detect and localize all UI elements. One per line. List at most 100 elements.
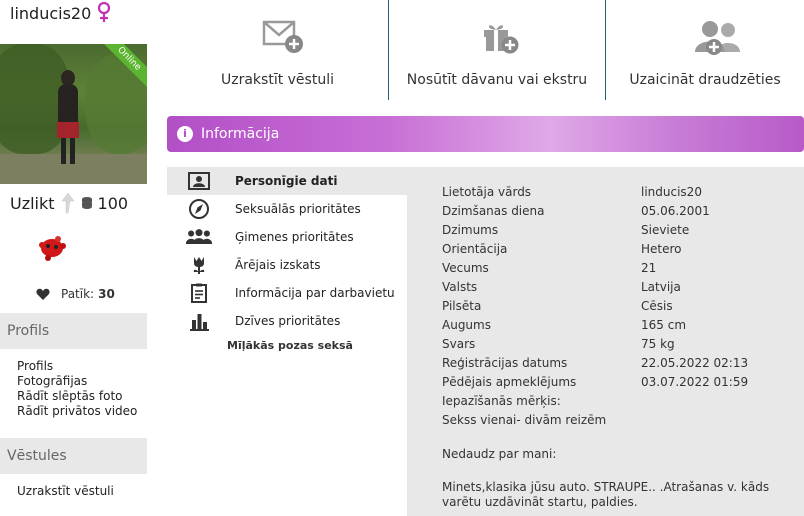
detail-key: Dzimšanas diena: [442, 204, 545, 218]
uzlikt-label[interactable]: Uzlikt: [10, 194, 55, 213]
detail-key: Iepazīšanās mērķis:: [442, 394, 561, 408]
detail-key: Orientācija: [442, 242, 508, 256]
detail-row: Orientācija Hetero: [442, 240, 802, 259]
add-friend-button[interactable]: Uzaicināt draudzēties: [606, 0, 804, 100]
detail-key: Svars: [442, 337, 476, 351]
detail-value: 21: [641, 261, 657, 275]
detail-key: Vecums: [442, 261, 489, 275]
detail-value: 22.05.2022 02:13: [641, 356, 749, 370]
tulip-icon: [193, 257, 205, 274]
add-friend-label: Uzaicināt draudzēties: [629, 72, 781, 88]
detail-value: 165 cm: [641, 318, 687, 332]
detail-key: Reģistrācijas datums: [442, 356, 568, 370]
detail-row: Svars 75 kg: [442, 335, 802, 354]
tab-workplace-info[interactable]: Informācija par darbavietu: [167, 279, 407, 307]
coins-count: 100: [97, 193, 129, 213]
detail-row: Pēdējais apmeklējums 03.07.2022 01:59: [442, 373, 802, 392]
add-friend-icon: [695, 21, 740, 55]
detail-key: Sekss vienai- divām reizēm: [442, 413, 607, 427]
left-column: linducis20 Online Uzlikt 100 Patīk: 30 P…: [0, 0, 147, 516]
send-gift-label: Nosūtīt dāvanu vai ekstru: [406, 72, 588, 88]
detail-value: Sieviete: [641, 223, 690, 237]
profile-page: linducis20 Online Uzlikt 100 Patīk: 30 P…: [0, 0, 804, 516]
detail-row: Vecums 21: [442, 259, 802, 278]
sidebar-item-photos[interactable]: Fotogrāfijas: [17, 374, 137, 389]
detail-row: Iepazīšanās mērķis:: [442, 392, 802, 411]
about-text: Minets,klasika jūsu auto. STRAUPE.. .Atr…: [442, 480, 770, 509]
family-icon: [185, 229, 213, 244]
username[interactable]: linducis20: [10, 4, 91, 23]
detail-key: Valsts: [442, 280, 478, 294]
detail-row: Reģistrācijas datums 22.05.2022 02:13: [442, 354, 802, 373]
detail-value: Latvija: [641, 280, 681, 294]
detail-row: Dzimums Sieviete: [442, 221, 802, 240]
username-row: linducis20: [10, 2, 111, 24]
tab-appearance[interactable]: Ārējais izskats: [167, 251, 407, 279]
bar-chart-icon: [190, 314, 209, 331]
detail-row: Pilsēta Cēsis: [442, 297, 802, 316]
detail-value: 05.06.2001: [641, 204, 710, 218]
likes-label: Patīk:: [61, 287, 95, 301]
sidebar-item-private-videos[interactable]: Rādīt privātos video: [17, 404, 137, 419]
detail-row: Lietotāja vārds linducis20: [442, 183, 802, 202]
info-bar-title: Informācija: [201, 126, 280, 142]
action-bar: Uzrakstīt vēstuli Nosūtīt dāvanu vai eks…: [167, 0, 804, 100]
heart-icon[interactable]: [36, 288, 50, 301]
detail-key: Dzimums: [442, 223, 499, 237]
send-gift-button[interactable]: Nosūtīt dāvanu vai ekstru: [389, 0, 605, 100]
photo-person-legs: [61, 138, 75, 164]
arrow-up-icon[interactable]: [61, 191, 75, 215]
female-icon: [98, 2, 111, 22]
gift-sticker-icon[interactable]: [36, 233, 68, 263]
coins-icon: [81, 197, 92, 209]
tab-label: Ārējais izskats: [235, 258, 321, 272]
detail-value: Hetero: [641, 242, 682, 256]
details-panel: Lietotāja vārds linducis20 Dzimšanas dien…: [407, 167, 804, 516]
detail-key: Pēdējais apmeklējums: [442, 375, 577, 389]
detail-row: Sekss vienai- divām reizēm: [442, 411, 802, 430]
gift-plus-icon: [484, 25, 519, 54]
info-icon: i: [177, 126, 193, 142]
tab-label: Seksuālās prioritātes: [235, 202, 361, 216]
detail-key: Pilsēta: [442, 299, 482, 313]
tab-label: Ģimenes prioritātes: [235, 230, 354, 244]
info-bar: i Informācija: [167, 116, 804, 152]
detail-key: Lietotāja vārds: [442, 185, 532, 199]
rating-row: Uzlikt 100: [10, 190, 128, 216]
tab-sexual-preferences[interactable]: Seksuālās prioritātes: [167, 195, 407, 223]
detail-row: Dzimšanas diena 05.06.2001: [442, 202, 802, 221]
sidebar-item-write-message[interactable]: Uzrakstīt vēstuli: [17, 484, 114, 499]
detail-value: 75 kg: [641, 337, 675, 351]
tab-label: Personīgie dati: [235, 174, 338, 188]
write-message-button[interactable]: Uzrakstīt vēstuli: [167, 0, 388, 100]
sidebar-message-links: Uzrakstīt vēstuli: [17, 484, 114, 499]
envelope-plus-icon: [262, 20, 303, 53]
tab-life-priorities[interactable]: Dzīves prioritātes: [167, 307, 407, 335]
tab-label: Informācija par darbavietu: [235, 286, 395, 300]
details-list: Lietotāja vārds linducis20 Dzimšanas dien…: [442, 183, 802, 430]
likes-row: Patīk: 30: [36, 285, 115, 303]
sidebar-item-profile[interactable]: Profils: [17, 359, 137, 374]
tab-family-preferences[interactable]: Ģimenes prioritātes: [167, 223, 407, 251]
sidebar-header-profile: Profils: [0, 313, 147, 349]
photo-person-skirt: [57, 122, 79, 138]
detail-key: Augums: [442, 318, 491, 332]
detail-row: Augums 165 cm: [442, 316, 802, 335]
id-card-icon: [188, 172, 210, 190]
sidebar-header-messages: Vēstules: [0, 438, 147, 474]
sidebar-item-hidden-photos[interactable]: Rādīt slēptās foto: [17, 389, 137, 404]
profile-photo[interactable]: Online: [0, 44, 147, 184]
clipboard-icon: [191, 283, 207, 303]
detail-value: linducis20: [641, 185, 702, 199]
compass-icon: [189, 199, 209, 219]
write-message-label: Uzrakstīt vēstuli: [221, 72, 334, 88]
detail-row: Valsts Latvija: [442, 278, 802, 297]
tab-favorite-positions[interactable]: Mīļākās pozas seksā: [227, 339, 353, 352]
tab-label: Dzīves prioritātes: [235, 314, 341, 328]
about-label: Nedaudz par mani:: [442, 447, 557, 461]
profile-tabs: Personīgie dati Seksuālās prioritātes Ģi…: [167, 167, 407, 516]
likes-count: 30: [98, 287, 115, 301]
sidebar-profile-links: Profils Fotogrāfijas Rādīt slēptās foto …: [17, 359, 137, 419]
detail-value: 03.07.2022 01:59: [641, 375, 749, 389]
tab-personal-data[interactable]: Personīgie dati: [167, 167, 407, 195]
